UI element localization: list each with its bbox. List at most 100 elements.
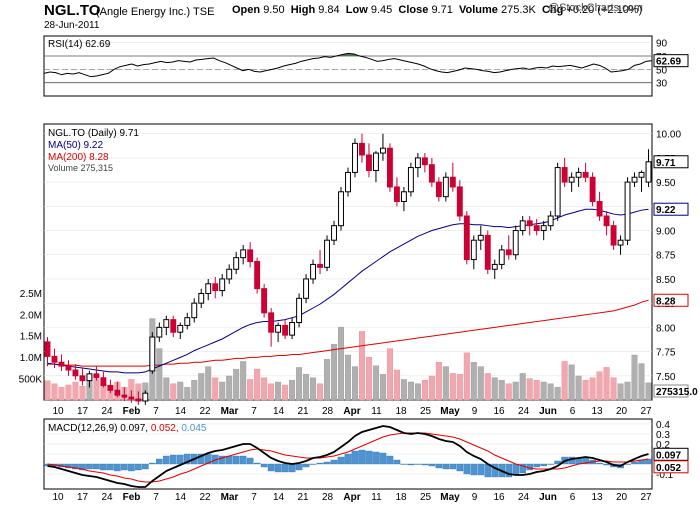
volume-bar <box>163 377 170 401</box>
macd-histogram-bar <box>379 452 387 465</box>
macd-xtick-label: 7 <box>251 492 257 503</box>
macd-histogram-bar <box>351 450 359 465</box>
price-xtick-label: 6 <box>570 406 576 417</box>
volume-bar <box>65 384 72 401</box>
candle-body <box>65 365 72 371</box>
macd-histogram-bar <box>330 459 338 465</box>
volume-bar <box>519 373 526 401</box>
price-xtick-label: 18 <box>395 406 407 417</box>
candle-body <box>352 142 358 173</box>
volume-bar <box>93 379 100 401</box>
volume-bar <box>414 383 421 401</box>
volume-bar <box>428 375 435 401</box>
volume-bar <box>449 373 456 401</box>
volume-bar <box>554 386 561 401</box>
candle-body <box>470 239 477 261</box>
volume-bar <box>345 354 351 401</box>
macd-histogram-bar <box>358 449 366 465</box>
macd-histogram-bar <box>128 463 135 472</box>
price-xtick-label: 21 <box>297 406 309 417</box>
candle-body <box>554 167 561 217</box>
price-xtick-label: 25 <box>420 406 432 417</box>
candle-body <box>505 249 512 256</box>
macd-xtick-label: Mar <box>221 492 239 503</box>
volume-bar <box>303 374 310 401</box>
volume-bar <box>79 386 86 401</box>
candle-body <box>407 167 414 193</box>
volume-bar <box>610 377 617 401</box>
volume-bar <box>393 369 400 401</box>
candle-body <box>58 361 65 367</box>
volume-ytick-label: 2.5M <box>20 289 42 300</box>
macd-histogram-bar <box>540 463 547 467</box>
candle-body <box>149 336 156 372</box>
candle-body <box>142 392 149 402</box>
volume-bar <box>72 381 79 401</box>
candle-body <box>379 147 386 154</box>
candle-body <box>44 341 51 357</box>
volume-bar <box>351 366 358 401</box>
volume-bar <box>407 381 414 401</box>
candle-body <box>386 147 393 188</box>
volume-bar <box>296 367 303 401</box>
macd-histogram-bar <box>470 463 478 476</box>
candle-body <box>638 171 645 178</box>
candle-body <box>191 302 198 319</box>
candle-body <box>477 234 484 241</box>
macd-xtick-label: 16 <box>493 492 505 503</box>
volume-bar <box>212 377 219 401</box>
macd-xtick-label: 14 <box>175 492 187 503</box>
candle-body <box>359 142 365 156</box>
candle-body <box>233 257 240 270</box>
price-ytick-label: 8.75 <box>656 251 676 262</box>
volume-bar <box>372 365 379 401</box>
candle-body <box>400 191 407 202</box>
macd-xtick-label: 21 <box>297 492 309 503</box>
volume-bar <box>156 348 163 401</box>
volume-bar <box>624 381 631 401</box>
volume-bar <box>456 374 463 401</box>
price-ytick-label: 10.00 <box>656 130 681 141</box>
volume-bar <box>547 383 554 401</box>
volume-bar <box>170 383 177 401</box>
candle-body <box>533 225 540 232</box>
macd-histogram-bar <box>477 463 485 476</box>
price-xtick-label: 17 <box>77 406 89 417</box>
candle-body <box>184 317 191 326</box>
volume-bar <box>575 375 582 401</box>
stock-chart: 90705030RSI(14) 62.6962.6910.009.759.509… <box>19 35 698 503</box>
volume-bar <box>470 362 477 401</box>
volume-bar <box>603 367 610 401</box>
macd-signal-legend: 0.052, <box>151 423 182 434</box>
candle-body <box>373 152 379 171</box>
volume-bar <box>310 377 317 401</box>
macd-histogram-bar <box>365 450 373 465</box>
price-legend: NGL.TO (Daily) 9.71 <box>48 128 139 139</box>
volume-bar <box>191 380 198 401</box>
volume-bar <box>261 377 268 401</box>
macd-histogram-bar <box>107 463 114 471</box>
volume-bar <box>526 378 533 401</box>
candle-body <box>275 324 282 333</box>
macd-histogram-bar <box>407 463 415 466</box>
candle-body <box>296 297 303 324</box>
macd-histogram-bar <box>463 463 471 475</box>
candle-body <box>219 278 226 292</box>
price-xtick-label: 14 <box>175 406 187 417</box>
candle-body <box>128 396 135 400</box>
volume-bar <box>540 381 547 401</box>
price-xtick-label: Feb <box>123 406 141 417</box>
candle-body <box>240 249 247 259</box>
volume-bar <box>568 364 575 401</box>
macd-histogram-bar <box>163 455 170 465</box>
macd-xtick-label: 10 <box>52 492 64 503</box>
volume-bar <box>198 373 205 401</box>
volume-bar <box>638 363 645 401</box>
macd-histogram-bar <box>414 463 422 465</box>
candle-body <box>338 191 344 227</box>
price-xtick-label: 10 <box>52 406 64 417</box>
volume-bar <box>533 380 540 401</box>
candle-body <box>282 324 289 336</box>
price-ytick-label: 7.75 <box>656 348 676 359</box>
volume-bar <box>561 361 568 401</box>
